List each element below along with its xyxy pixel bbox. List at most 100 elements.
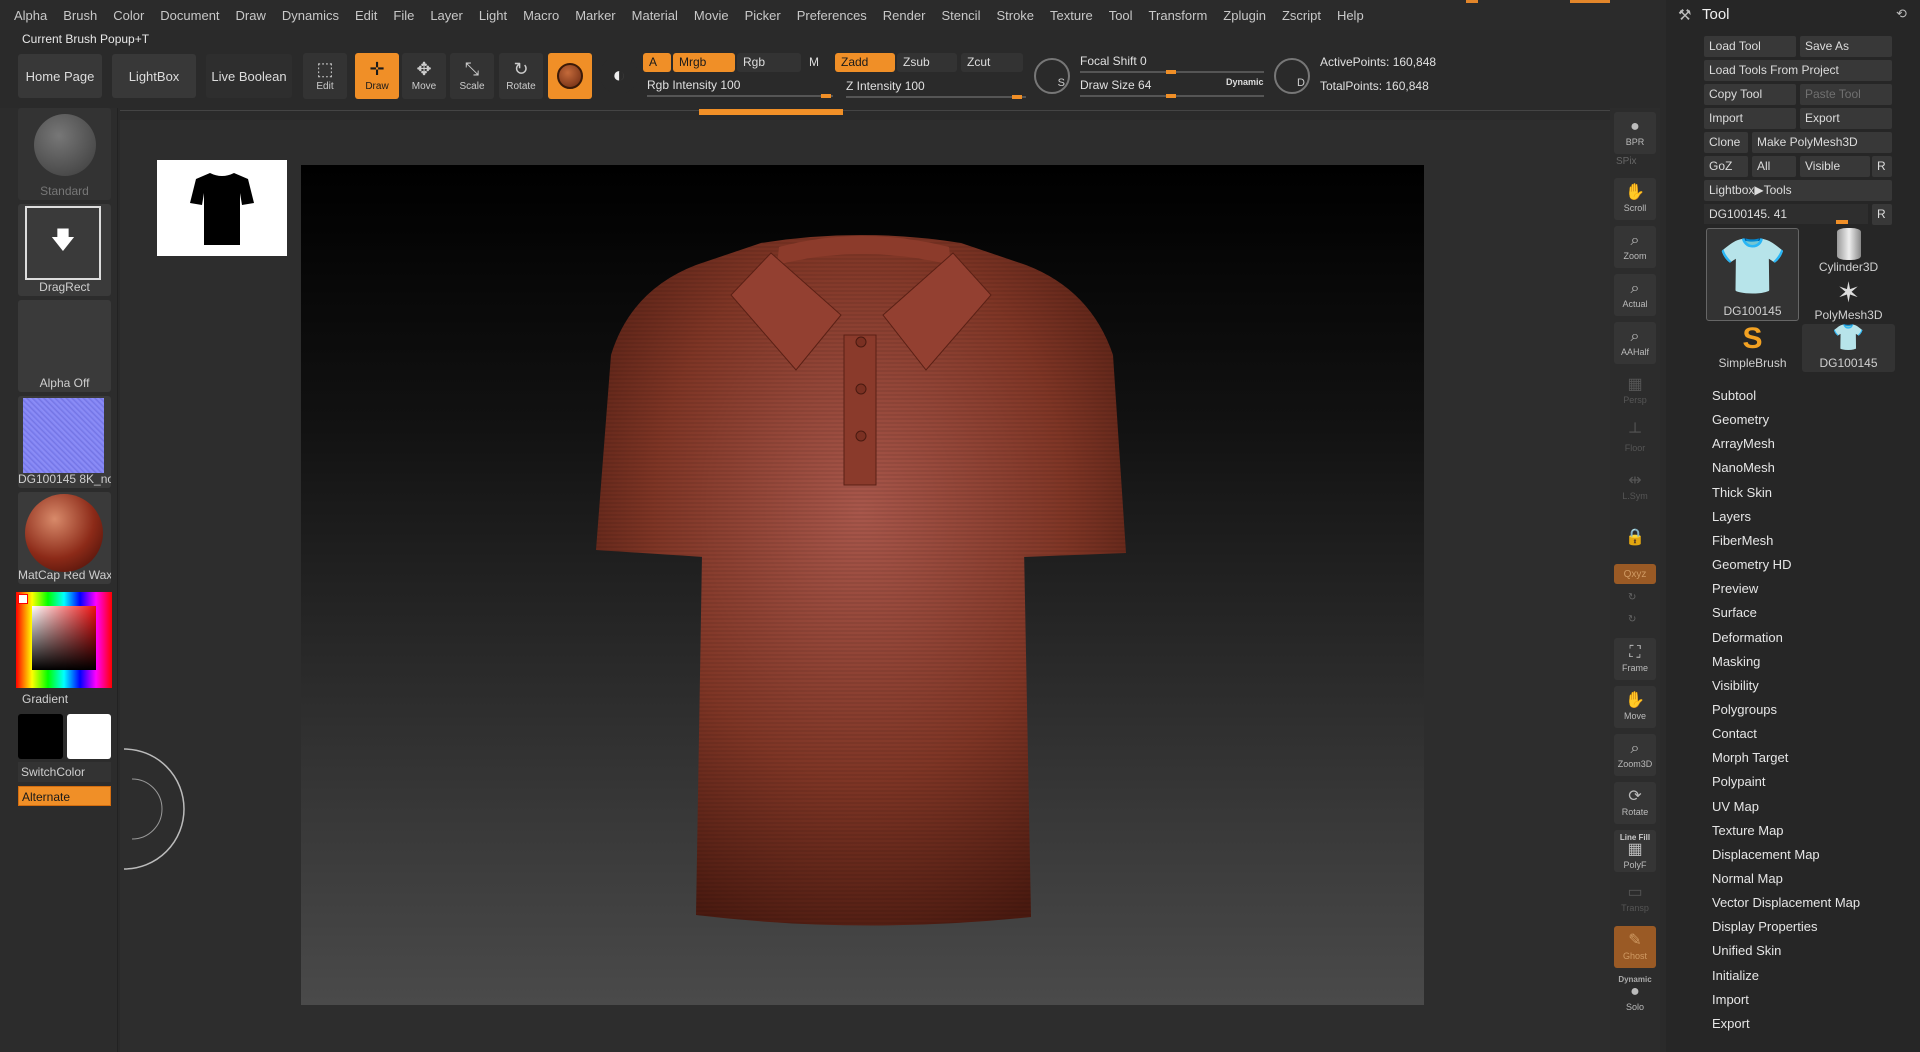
focal-shift-knob[interactable] — [1166, 70, 1176, 74]
menu-item-zplugin[interactable]: Zplugin — [1223, 8, 1266, 23]
z-intensity-knob[interactable] — [1012, 95, 1022, 99]
rotate-view-button[interactable]: ⟳ Rotate — [1614, 782, 1656, 824]
draw-d-icon[interactable]: D — [1274, 58, 1310, 94]
menu-item-layer[interactable]: Layer — [430, 8, 463, 23]
palette-popout-icon[interactable]: ⟲ — [1896, 6, 1907, 22]
tool-thumb-dg100145[interactable]: 👕 DG100145 — [1802, 322, 1895, 372]
import-button[interactable]: Import — [1704, 108, 1796, 129]
navigator-thumbnail[interactable] — [157, 160, 287, 256]
zsub-toggle[interactable]: Zsub — [897, 53, 957, 72]
lightbox-button[interactable]: LightBox — [112, 54, 196, 98]
subpalette-geometry-hd[interactable]: Geometry HD — [1712, 557, 1791, 572]
draw-size-knob[interactable] — [1166, 94, 1176, 98]
rotate-mode-button[interactable]: ↻ Rotate — [499, 53, 543, 99]
subpalette-deformation[interactable]: Deformation — [1712, 630, 1783, 645]
alternate-button[interactable]: Alternate — [18, 786, 111, 806]
export-button[interactable]: Export — [1800, 108, 1892, 129]
subpalette-preview[interactable]: Preview — [1712, 581, 1758, 596]
switch-color-button[interactable]: SwitchColor — [18, 762, 111, 782]
menu-item-alpha[interactable]: Alpha — [14, 8, 47, 23]
subpalette-masking[interactable]: Masking — [1712, 654, 1760, 669]
load-tools-from-project-button[interactable]: Load Tools From Project — [1704, 60, 1892, 81]
stroke-slot[interactable]: 🡇 DragRect — [18, 204, 111, 296]
current-tool-slider-knob[interactable] — [1836, 220, 1848, 224]
rotate-mini-icon[interactable]: ↻ — [1628, 592, 1636, 603]
subpalette-uv-map[interactable]: UV Map — [1712, 799, 1759, 814]
m-toggle[interactable]: M — [803, 53, 833, 72]
menu-item-brush[interactable]: Brush — [63, 8, 97, 23]
clone-button[interactable]: Clone — [1704, 132, 1748, 153]
subpalette-fibermesh[interactable]: FiberMesh — [1712, 533, 1773, 548]
solo-button[interactable]: Dynamic ● Solo — [1614, 972, 1656, 1014]
subpalette-polypaint[interactable]: Polypaint — [1712, 774, 1765, 789]
home-page-button[interactable]: Home Page — [18, 54, 102, 98]
paste-tool-button[interactable]: Paste Tool — [1800, 84, 1892, 105]
zoom3d-button[interactable]: ⌕ Zoom3D — [1614, 734, 1656, 776]
lsym-button[interactable]: ⇹ L.Sym — [1614, 466, 1656, 508]
subpalette-vector-displacement-map[interactable]: Vector Displacement Map — [1712, 895, 1860, 910]
brush-slot[interactable]: Standard — [18, 108, 111, 200]
material-sphere-button[interactable] — [548, 53, 592, 99]
subpalette-morph-target[interactable]: Morph Target — [1712, 750, 1788, 765]
menu-item-draw[interactable]: Draw — [236, 8, 266, 23]
menu-item-light[interactable]: Light — [479, 8, 507, 23]
goz-visible-button[interactable]: Visible — [1800, 156, 1870, 177]
menu-item-texture[interactable]: Texture — [1050, 8, 1093, 23]
subpalette-surface[interactable]: Surface — [1712, 605, 1757, 620]
subpalette-import[interactable]: Import — [1712, 992, 1749, 1007]
subpalette-unified-skin[interactable]: Unified Skin — [1712, 943, 1781, 958]
dynamic-toggle[interactable]: Dynamic — [1226, 77, 1264, 87]
tool-thumb-cylinder3d[interactable]: Cylinder3D — [1802, 228, 1895, 276]
live-boolean-button[interactable]: Live Boolean — [206, 54, 292, 98]
rgb-intensity-slider[interactable] — [647, 95, 833, 97]
menu-item-help[interactable]: Help — [1337, 8, 1364, 23]
current-tool-r-button[interactable]: R — [1872, 204, 1892, 225]
mrgb-toggle[interactable]: Mrgb — [673, 53, 735, 72]
brush-stroke-icon[interactable]: ◐ — [600, 56, 638, 94]
subpalette-texture-map[interactable]: Texture Map — [1712, 823, 1784, 838]
tool-palette-title[interactable]: Tool — [1702, 6, 1730, 23]
main-color-swatch[interactable] — [18, 714, 63, 759]
edit-mode-button[interactable]: ⬚ Edit — [303, 53, 347, 99]
floor-button[interactable]: ┴ Floor — [1614, 418, 1656, 460]
menu-item-dynamics[interactable]: Dynamics — [282, 8, 339, 23]
transp-button[interactable]: ▭ Transp — [1614, 878, 1656, 920]
texture-slot[interactable]: DG100145 8K_nor — [18, 396, 111, 488]
menu-item-picker[interactable]: Picker — [745, 8, 781, 23]
persp-button[interactable]: ▦ Persp — [1614, 370, 1656, 412]
rgb-intensity-knob[interactable] — [821, 94, 831, 98]
subpalette-thick-skin[interactable]: Thick Skin — [1712, 485, 1772, 500]
subpalette-layers[interactable]: Layers — [1712, 509, 1751, 524]
draw-mode-button[interactable]: ✛ Draw — [355, 53, 399, 99]
goz-r-button[interactable]: R — [1872, 156, 1892, 177]
polyf-button[interactable]: Line Fill ▦ PolyF — [1614, 830, 1656, 872]
move-mode-button[interactable]: ✥ Move — [402, 53, 446, 99]
focal-s-icon[interactable]: S — [1034, 58, 1070, 94]
tool-thumb-simplebrush[interactable]: S SimpleBrush — [1706, 322, 1799, 372]
zadd-toggle[interactable]: Zadd — [835, 53, 895, 72]
z-intensity-slider[interactable] — [846, 96, 1026, 98]
menu-item-movie[interactable]: Movie — [694, 8, 729, 23]
lightbox-tools-button[interactable]: Lightbox▶Tools — [1704, 180, 1892, 201]
menu-item-document[interactable]: Document — [160, 8, 219, 23]
lock-button[interactable]: 🔒 — [1614, 518, 1656, 560]
save-as-button[interactable]: Save As — [1800, 36, 1892, 57]
subpalette-display-properties[interactable]: Display Properties — [1712, 919, 1818, 934]
move-view-button[interactable]: ✋ Move — [1614, 686, 1656, 728]
goz-button[interactable]: GoZ — [1704, 156, 1748, 177]
menu-item-render[interactable]: Render — [883, 8, 926, 23]
frame-button[interactable]: ⛶ Frame — [1614, 638, 1656, 680]
menu-item-edit[interactable]: Edit — [355, 8, 377, 23]
viewport-canvas[interactable] — [301, 165, 1424, 1005]
menu-item-marker[interactable]: Marker — [575, 8, 615, 23]
subpalette-initialize[interactable]: Initialize — [1712, 968, 1759, 983]
subpalette-polygroups[interactable]: Polygroups — [1712, 702, 1777, 717]
material-slot[interactable]: MatCap Red Wax — [18, 492, 111, 584]
color-square[interactable] — [32, 606, 96, 670]
menu-item-stencil[interactable]: Stencil — [941, 8, 980, 23]
subpalette-nanomesh[interactable]: NanoMesh — [1712, 460, 1775, 475]
a-toggle[interactable]: A — [643, 53, 671, 72]
rotate-mini-icon-2[interactable]: ↻ — [1628, 614, 1636, 625]
menu-item-material[interactable]: Material — [632, 8, 678, 23]
load-tool-button[interactable]: Load Tool — [1704, 36, 1796, 57]
